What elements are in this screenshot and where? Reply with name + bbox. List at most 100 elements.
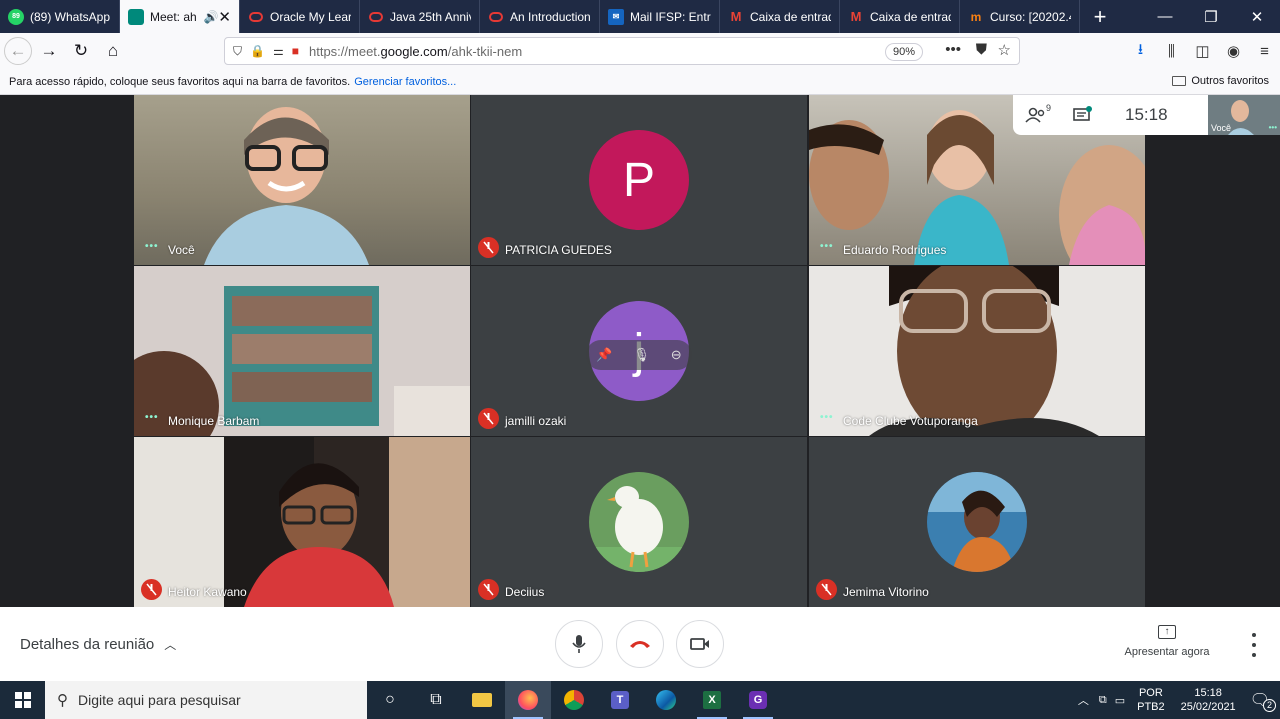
home-icon[interactable]: ⌂ bbox=[98, 36, 128, 66]
mic-muted-icon bbox=[478, 579, 499, 600]
tab-strip: 89 (89) WhatsApp Meet: ahk 🔊 ✕ Oracle My… bbox=[0, 0, 1280, 33]
firefox-icon[interactable] bbox=[505, 681, 551, 719]
camera-button[interactable] bbox=[676, 620, 724, 668]
close-icon[interactable]: ✕ bbox=[218, 8, 231, 26]
video-frame bbox=[134, 437, 470, 607]
bookmark-star-icon[interactable]: ☆ bbox=[998, 41, 1011, 59]
tab-whatsapp[interactable]: 89 (89) WhatsApp bbox=[0, 0, 120, 33]
meeting-info-panel: 9 15:18 bbox=[1013, 95, 1208, 135]
sidebar-icon[interactable]: ◫ bbox=[1187, 42, 1218, 60]
tab-label: An Introduction bbox=[510, 9, 591, 24]
task-view-icon[interactable]: ⧉ bbox=[413, 681, 459, 719]
clock-date[interactable]: 15:18 25/02/2021 bbox=[1181, 686, 1236, 714]
network-icon[interactable]: ▭ bbox=[1115, 694, 1125, 707]
library-icon[interactable]: ⫼ bbox=[1156, 43, 1187, 60]
participant-tile[interactable]: Deciius bbox=[471, 437, 807, 607]
more-options-icon[interactable] bbox=[1244, 633, 1264, 657]
manage-bookmarks-link[interactable]: Gerenciar favoritos... bbox=[354, 76, 456, 88]
file-explorer-icon[interactable] bbox=[459, 681, 505, 719]
windows-start-button[interactable] bbox=[0, 681, 45, 719]
participants-button[interactable]: 9 bbox=[1013, 95, 1059, 135]
new-tab-button[interactable]: + bbox=[1080, 0, 1120, 33]
participant-tile[interactable]: Heitor Kawano bbox=[134, 437, 470, 607]
reload-icon[interactable]: ↻ bbox=[66, 36, 96, 66]
leave-call-button[interactable] bbox=[616, 620, 664, 668]
show-hidden-icons-icon[interactable]: ︿ bbox=[1078, 692, 1089, 708]
url-bar[interactable]: ⛉ 🔒 ⚌ ■ https://meet.google.com/ahk-tkii… bbox=[224, 37, 1020, 65]
self-view-thumbnail[interactable]: Você ••• bbox=[1208, 95, 1280, 135]
back-icon[interactable]: ← bbox=[4, 37, 32, 65]
meeting-details-button[interactable]: Detalhes da reunião ︿ bbox=[20, 636, 176, 653]
tab-intro[interactable]: An Introduction bbox=[480, 0, 600, 33]
participant-name: Monique Barbam bbox=[168, 414, 260, 428]
navigation-bar: ← → ↻ ⌂ ⛉ 🔒 ⚌ ■ https://meet.google.com/… bbox=[0, 33, 1280, 69]
edge-icon[interactable] bbox=[643, 681, 689, 719]
account-icon[interactable]: ◉ bbox=[1218, 42, 1249, 60]
gmail-icon: M bbox=[850, 9, 862, 24]
restore-icon[interactable]: ❐ bbox=[1188, 0, 1234, 33]
participant-name: Eduardo Rodrigues bbox=[843, 243, 947, 257]
meet-now-icon[interactable]: ⧉ bbox=[1099, 694, 1107, 707]
speaker-icon[interactable]: 🔊 bbox=[203, 10, 218, 24]
notifications-icon[interactable]: 🗨 2 bbox=[1250, 690, 1276, 712]
forward-icon[interactable]: → bbox=[34, 36, 64, 66]
url-text[interactable]: https://meet.google.com/ahk-tkii-nem bbox=[309, 44, 522, 59]
chrome-icon[interactable] bbox=[551, 681, 597, 719]
page-actions-icon[interactable]: ••• bbox=[945, 41, 961, 58]
audio-indicator: ••• bbox=[820, 412, 834, 423]
participant-tile[interactable]: ••• Code Clube Votuporanga bbox=[809, 266, 1145, 436]
meet-icon bbox=[128, 8, 144, 25]
toolbar-right: ⭳ ⫼ ◫ ◉ ≡ bbox=[1125, 33, 1280, 69]
participant-tile[interactable]: Jemima Vitorino bbox=[809, 437, 1145, 607]
chevron-up-icon: ︿ bbox=[164, 638, 177, 652]
windows-logo-icon bbox=[14, 692, 31, 708]
tab-moodle[interactable]: m Curso: [20202.4. bbox=[960, 0, 1080, 33]
tab-mail-ifsp[interactable]: ✉ Mail IFSP: Entra bbox=[600, 0, 720, 33]
minimize-icon[interactable]: — bbox=[1142, 0, 1188, 33]
teams-icon[interactable]: T bbox=[597, 681, 643, 719]
meeting-controls-bar: Detalhes da reunião ︿ ↑ Apresentar agora bbox=[0, 607, 1280, 681]
pdf-app-icon[interactable]: G bbox=[735, 681, 781, 719]
permissions-icon[interactable]: ⚌ bbox=[273, 44, 284, 58]
participant-tile[interactable]: j 📌 🎙 ⊖ jamilli ozaki bbox=[471, 266, 807, 436]
other-bookmarks[interactable]: Outros favoritos bbox=[1172, 75, 1269, 87]
taskbar-search-box[interactable]: ⚲ Digite aqui para pesquisar bbox=[45, 681, 367, 719]
pin-icon[interactable]: 📌 bbox=[596, 347, 612, 363]
audio-indicator: ••• bbox=[1268, 123, 1277, 132]
audio-indicator: ••• bbox=[820, 241, 834, 252]
participant-name: Code Clube Votuporanga bbox=[843, 414, 978, 428]
bookmarks-hint: Para acesso rápido, coloque seus favorit… bbox=[9, 75, 351, 88]
pocket-icon[interactable]: ⛊ bbox=[976, 41, 987, 58]
excel-icon[interactable]: X bbox=[689, 681, 735, 719]
window-controls: — ❐ ✕ bbox=[1142, 0, 1280, 33]
shield-icon[interactable]: ⛉ bbox=[233, 44, 242, 59]
tab-gmail-1[interactable]: M Caixa de entrada bbox=[720, 0, 840, 33]
tab-oracle-learn[interactable]: Oracle My Learn bbox=[240, 0, 360, 33]
zoom-level[interactable]: 90% bbox=[884, 43, 923, 61]
oracle-icon bbox=[488, 9, 504, 25]
hang-up-icon bbox=[630, 641, 650, 648]
remove-icon[interactable]: ⊖ bbox=[671, 347, 682, 363]
audio-indicator: ••• bbox=[145, 241, 159, 252]
cortana-icon[interactable]: ○ bbox=[367, 681, 413, 719]
mute-participant-icon[interactable]: 🎙 bbox=[633, 347, 650, 363]
language-indicator[interactable]: POR PTB2 bbox=[1137, 686, 1165, 714]
download-icon[interactable]: ⭳ bbox=[1125, 39, 1156, 64]
video-frame bbox=[134, 286, 470, 436]
close-window-icon[interactable]: ✕ bbox=[1234, 0, 1280, 33]
lock-icon[interactable]: 🔒 bbox=[250, 44, 265, 58]
menu-icon[interactable]: ≡ bbox=[1249, 43, 1280, 60]
participant-name: Deciius bbox=[505, 585, 545, 599]
camera-sharing-icon[interactable]: ■ bbox=[292, 44, 299, 58]
participant-tile[interactable]: P PATRICIA GUEDES bbox=[471, 95, 807, 265]
tab-meet[interactable]: Meet: ahk 🔊 ✕ bbox=[120, 0, 240, 33]
folder-icon bbox=[1172, 76, 1187, 86]
present-now-button[interactable]: ↑ Apresentar agora bbox=[1115, 625, 1219, 658]
tab-java[interactable]: Java 25th Annive bbox=[360, 0, 480, 33]
chat-icon bbox=[1073, 106, 1092, 121]
microphone-button[interactable] bbox=[555, 620, 603, 668]
tab-gmail-2[interactable]: M Caixa de entrada bbox=[840, 0, 960, 33]
chat-button[interactable] bbox=[1059, 95, 1105, 135]
participant-tile[interactable]: ••• Monique Barbam bbox=[134, 266, 470, 436]
participant-tile[interactable]: ••• Você bbox=[134, 95, 470, 265]
